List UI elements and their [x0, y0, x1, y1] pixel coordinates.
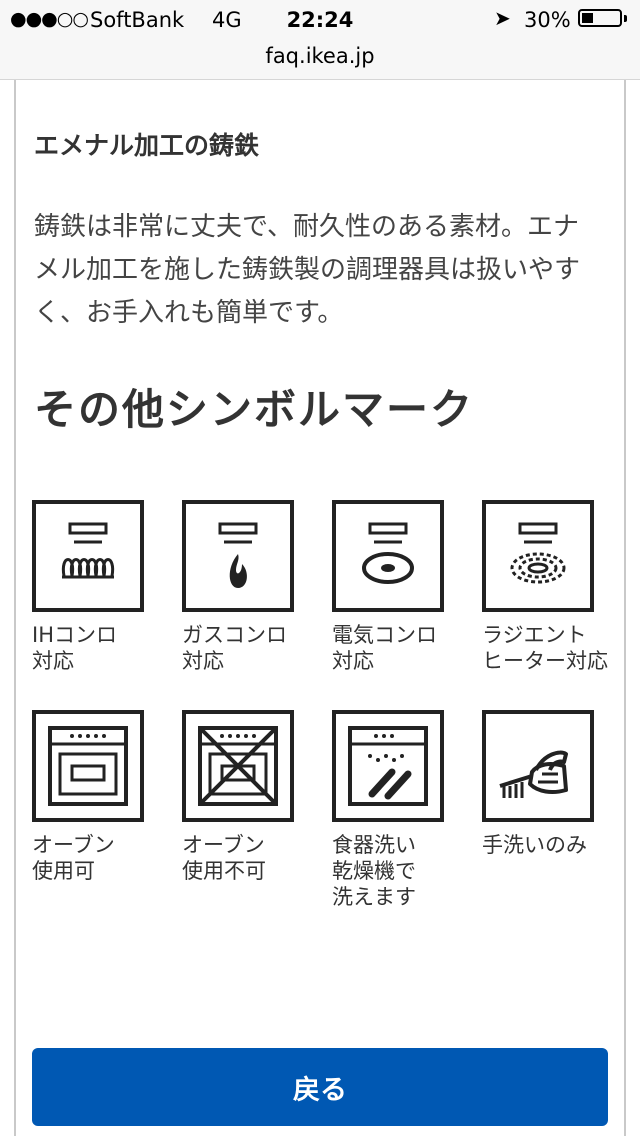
oven-ok-icon: [32, 710, 144, 822]
dishwasher-icon: [332, 710, 444, 822]
handwash-icon: [482, 710, 594, 822]
section-body: 鋳鉄は非常に丈夫で、耐久性のある素材。エナメル加工を施した鋳鉄製の調理器具は扱い…: [34, 212, 581, 328]
symbol-label: ガスコンロ 対応: [182, 623, 287, 673]
oven-ng-icon: [182, 710, 294, 822]
radiant-icon: [482, 500, 594, 612]
location-arrow-icon: ➤: [494, 6, 511, 30]
status-bar: ●●●○○ SoftBank 4G 22:24 ➤ 30% faq.ikea.j…: [0, 0, 640, 80]
symbols-heading: その他シンボルマーク: [34, 385, 475, 434]
electric-icon: [332, 500, 444, 612]
symbol-label: IHコンロ 対応: [32, 623, 117, 673]
ih-icon: [32, 500, 144, 612]
gas-icon: [182, 500, 294, 612]
back-button[interactable]: 戻る: [32, 1048, 608, 1126]
symbol-label: 食器洗い 乾燥機で 洗えます: [332, 833, 416, 909]
section-title: エメナル加工の鋳鉄: [34, 131, 260, 160]
symbol-label: オーブン 使用不可: [182, 833, 266, 883]
address-bar[interactable]: faq.ikea.jp: [0, 44, 640, 68]
battery-nub: [624, 15, 627, 22]
symbol-label: 電気コンロ 対応: [332, 623, 437, 673]
battery-fill: [582, 13, 593, 23]
symbol-label: ラジエント ヒーター対応: [482, 623, 608, 673]
symbol-label: オーブン 使用可: [32, 833, 115, 883]
battery-icon: [578, 9, 622, 27]
battery-percent: 30%: [524, 8, 571, 32]
symbol-label: 手洗いのみ: [482, 833, 587, 857]
